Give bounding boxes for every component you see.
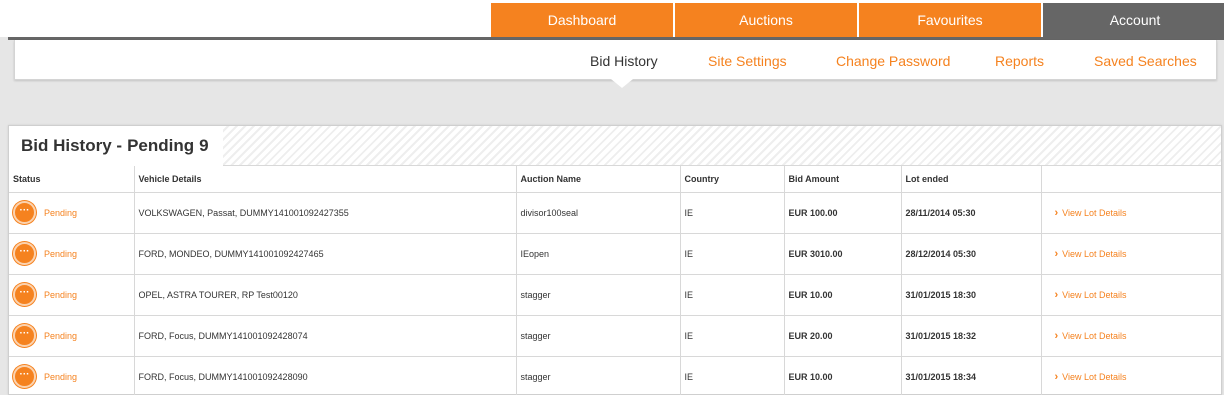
chevron-right-icon: ›	[1054, 247, 1059, 260]
column-header-status[interactable]: Status	[9, 166, 135, 193]
vehicle-details-cell: FORD, Focus, DUMMY141001092428074	[134, 315, 517, 357]
bid-history-table: Status Vehicle Details Auction Name Coun…	[9, 166, 1221, 395]
column-header-auction-name[interactable]: Auction Name	[516, 166, 681, 193]
pending-status-icon: ···	[13, 242, 36, 265]
table-row: ··· Pending FORD, Focus, DUMMY14100109242…	[9, 315, 1222, 357]
bid-amount-cell: EUR 10.00	[784, 356, 902, 395]
status-cell: ··· Pending	[9, 315, 135, 357]
status-cell: ··· Pending	[9, 356, 135, 395]
column-header-bid-amount[interactable]: Bid Amount	[784, 166, 902, 193]
subnav-saved-searches[interactable]: Saved Searches	[1094, 53, 1197, 69]
panel-title: Bid History - Pending 9	[9, 126, 223, 166]
table-row: ··· Pending OPEL, ASTRA TOURER, RP Test00…	[9, 274, 1222, 316]
status-text: Pending	[44, 248, 78, 259]
view-lot-details-link[interactable]: › View Lot Details	[1046, 371, 1222, 383]
country-cell: IE	[680, 192, 785, 234]
vehicle-details-cell: VOLKSWAGEN, Passat, DUMMY141001092427355	[134, 192, 517, 234]
country-cell: IE	[680, 274, 785, 316]
lot-ended-cell: 28/12/2014 05:30	[901, 233, 1042, 275]
auction-name-cell: divisor100seal	[516, 192, 681, 234]
vehicle-details-cell: OPEL, ASTRA TOURER, RP Test00120	[134, 274, 517, 316]
status-cell: ··· Pending	[9, 233, 135, 275]
lot-ended-cell: 28/11/2014 05:30	[901, 192, 1042, 234]
column-header-lot-ended[interactable]: Lot ended	[901, 166, 1042, 193]
status-text: Pending	[44, 289, 78, 300]
top-navigation: Dashboard Auctions Favourites Account	[491, 3, 1224, 37]
view-lot-details-label: View Lot Details	[1062, 371, 1127, 382]
table-row: ··· Pending VOLKSWAGEN, Passat, DUMMY1410…	[9, 192, 1222, 234]
country-cell: IE	[680, 315, 785, 357]
pending-status-icon: ···	[13, 201, 36, 224]
action-cell: › View Lot Details	[1041, 356, 1221, 395]
lot-ended-cell: 31/01/2015 18:30	[901, 274, 1042, 316]
auction-name-cell: stagger	[516, 315, 681, 357]
view-lot-details-label: View Lot Details	[1062, 207, 1127, 218]
tab-auctions[interactable]: Auctions	[675, 3, 857, 37]
bid-history-panel: Bid History - Pending 9 Status Vehicle D…	[8, 125, 1222, 395]
status-text: Pending	[44, 207, 78, 218]
account-subnav: Bid History Site Settings Change Passwor…	[14, 40, 1217, 88]
pending-status-icon: ···	[13, 324, 36, 347]
view-lot-details-link[interactable]: › View Lot Details	[1046, 248, 1222, 260]
country-cell: IE	[680, 356, 785, 395]
active-indicator-caret	[611, 79, 633, 88]
status-cell: ··· Pending	[9, 274, 135, 316]
bid-amount-cell: EUR 10.00	[784, 274, 902, 316]
auction-name-cell: stagger	[516, 274, 681, 316]
column-header-vehicle-details[interactable]: Vehicle Details	[134, 166, 517, 193]
column-header-actions	[1041, 166, 1221, 193]
subnav-site-settings[interactable]: Site Settings	[708, 53, 787, 69]
lot-ended-cell: 31/01/2015 18:34	[901, 356, 1042, 395]
country-cell: IE	[680, 233, 785, 275]
tab-favourites[interactable]: Favourites	[859, 3, 1041, 37]
panel-title-text: Bid History -	[21, 136, 123, 155]
tab-account[interactable]: Account	[1043, 3, 1224, 37]
vehicle-details-cell: FORD, MONDEO, DUMMY141001092427465	[134, 233, 517, 275]
table-header-row: Status Vehicle Details Auction Name Coun…	[9, 166, 1221, 193]
subnav-change-password[interactable]: Change Password	[836, 53, 950, 69]
table-row: ··· Pending FORD, Focus, DUMMY14100109242…	[9, 356, 1221, 395]
panel-header: Bid History - Pending 9	[9, 126, 1221, 166]
chevron-right-icon: ›	[1054, 329, 1059, 342]
auction-name-cell: IEopen	[516, 233, 681, 275]
status-text: Pending	[44, 371, 78, 382]
status-cell: ··· Pending	[9, 192, 135, 234]
view-lot-details-link[interactable]: › View Lot Details	[1046, 207, 1222, 219]
status-text: Pending	[44, 330, 78, 341]
table-row: ··· Pending FORD, MONDEO, DUMMY1410010924…	[9, 233, 1222, 275]
subnav-reports[interactable]: Reports	[995, 53, 1044, 69]
bid-amount-cell: EUR 20.00	[784, 315, 902, 357]
view-lot-details-label: View Lot Details	[1062, 289, 1127, 300]
view-lot-details-label: View Lot Details	[1062, 330, 1127, 341]
action-cell: › View Lot Details	[1041, 315, 1222, 357]
chevron-right-icon: ›	[1054, 288, 1059, 301]
bid-amount-cell: EUR 3010.00	[784, 233, 902, 275]
tab-dashboard[interactable]: Dashboard	[491, 3, 673, 37]
panel-title-count: 9	[199, 136, 209, 155]
lot-ended-cell: 31/01/2015 18:32	[901, 315, 1042, 357]
chevron-right-icon: ›	[1054, 370, 1059, 383]
vehicle-details-cell: FORD, Focus, DUMMY141001092428090	[134, 356, 517, 395]
action-cell: › View Lot Details	[1041, 274, 1222, 316]
pending-status-icon: ···	[13, 283, 36, 306]
bid-amount-cell: EUR 100.00	[784, 192, 902, 234]
auction-name-cell: stagger	[516, 356, 681, 395]
chevron-right-icon: ›	[1054, 206, 1059, 219]
column-header-country[interactable]: Country	[680, 166, 785, 193]
action-cell: › View Lot Details	[1041, 192, 1222, 234]
subnav-bid-history[interactable]: Bid History	[590, 53, 658, 69]
view-lot-details-label: View Lot Details	[1062, 248, 1127, 259]
panel-title-status: Pending	[127, 136, 195, 155]
action-cell: › View Lot Details	[1041, 233, 1222, 275]
view-lot-details-link[interactable]: › View Lot Details	[1046, 330, 1222, 342]
view-lot-details-link[interactable]: › View Lot Details	[1046, 289, 1222, 301]
pending-status-icon: ···	[13, 365, 36, 388]
